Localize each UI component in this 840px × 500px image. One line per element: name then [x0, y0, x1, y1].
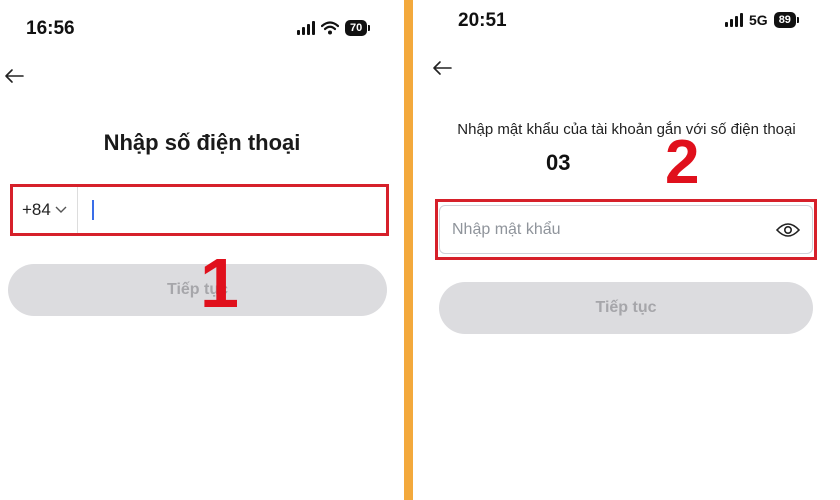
step-marker: 1 [200, 244, 239, 322]
wifi-icon [321, 21, 339, 35]
step-marker: 2 [665, 128, 700, 197]
battery-icon: 70 [345, 20, 368, 36]
page-subtitle: Nhập mật khẩu của tài khoản gắn với số đ… [457, 121, 796, 138]
status-bar-icons: 70 [297, 20, 371, 36]
signal-icon [725, 13, 743, 27]
phone-entry-screen: 16:56 70 Nhập số điện thoại +84 Tiếp tục… [0, 0, 404, 500]
status-time: 16:56 [26, 18, 75, 39]
password-entry-screen: 20:51 5G 89 Nhập mật khẩu của tài khoản … [413, 0, 840, 500]
arrow-left-icon [5, 69, 24, 83]
battery-cap [796, 17, 799, 23]
battery-cap [368, 25, 371, 31]
arrow-left-icon [433, 61, 452, 75]
continue-button[interactable]: Tiếp tục [8, 264, 387, 316]
back-button[interactable] [4, 66, 24, 88]
status-bar-icons: 5G 89 [725, 12, 799, 28]
status-time: 20:51 [458, 10, 507, 31]
phone-number: 03 [546, 150, 571, 175]
highlight-box [435, 199, 817, 260]
highlight-box [10, 184, 389, 236]
continue-button[interactable]: Tiếp tục [439, 282, 813, 334]
battery-icon: 89 [773, 12, 796, 28]
back-button[interactable] [432, 58, 452, 80]
page-title: Nhập số điện thoại [103, 130, 301, 155]
signal-icon [297, 21, 315, 35]
network-label: 5G [749, 12, 768, 28]
